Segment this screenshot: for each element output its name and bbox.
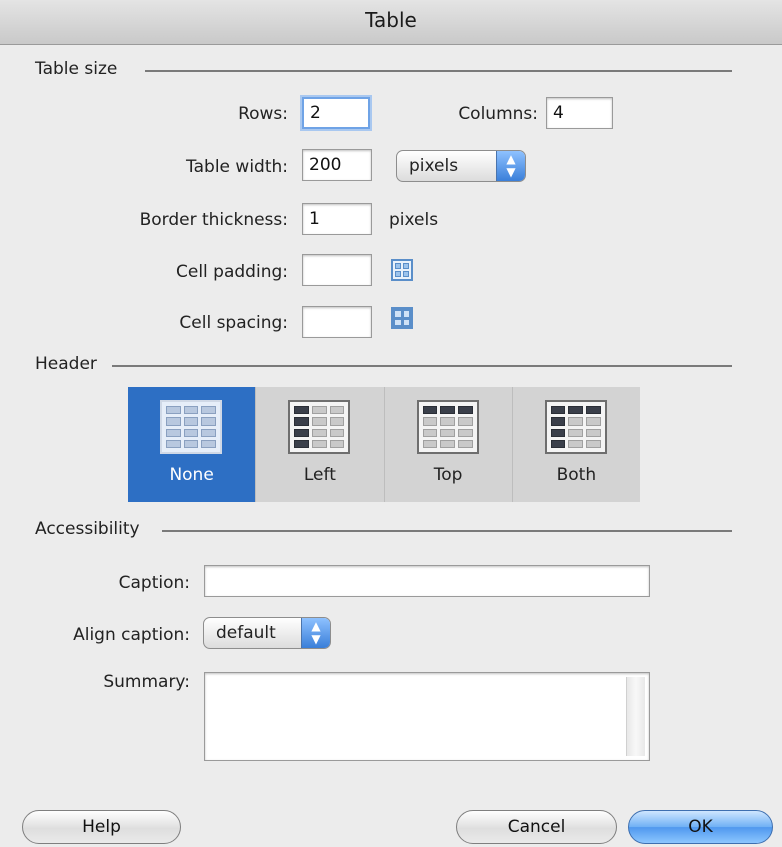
table-both-header-icon bbox=[544, 400, 607, 454]
width-unit-select[interactable]: pixels ▲ ▼ bbox=[396, 150, 526, 182]
header-option-label: Top bbox=[433, 465, 463, 485]
table-left-header-icon bbox=[288, 400, 351, 454]
summary-textarea[interactable] bbox=[204, 672, 650, 761]
header-section-label: Header bbox=[35, 354, 97, 374]
summary-scrollbar[interactable] bbox=[626, 677, 645, 756]
header-option-left[interactable]: Left bbox=[256, 387, 385, 502]
align-caption-select[interactable]: default ▲ ▼ bbox=[203, 617, 331, 649]
table-size-divider bbox=[145, 70, 732, 72]
accessibility-divider bbox=[162, 530, 732, 532]
select-arrows-icon: ▲ ▼ bbox=[301, 618, 330, 648]
caption-label: Caption: bbox=[118, 573, 190, 593]
rows-input[interactable] bbox=[302, 97, 370, 129]
table-width-label: Table width: bbox=[186, 157, 288, 177]
header-options: None Left Top Both bbox=[128, 387, 640, 502]
summary-label: Summary: bbox=[103, 672, 190, 692]
cell-spacing-icon bbox=[391, 307, 413, 329]
rows-label: Rows: bbox=[238, 104, 288, 124]
table-size-section-label: Table size bbox=[35, 59, 118, 79]
border-thickness-label: Border thickness: bbox=[139, 210, 288, 230]
cell-padding-label: Cell padding: bbox=[176, 262, 288, 282]
border-unit-label: pixels bbox=[389, 210, 439, 230]
cell-padding-icon bbox=[391, 259, 413, 281]
border-thickness-input[interactable] bbox=[302, 203, 372, 235]
cancel-button[interactable]: Cancel bbox=[456, 810, 617, 844]
cell-padding-input[interactable] bbox=[302, 254, 372, 286]
help-button[interactable]: Help bbox=[22, 810, 181, 844]
caption-input[interactable] bbox=[204, 565, 650, 597]
header-option-label: None bbox=[169, 465, 214, 485]
window-title: Table bbox=[365, 8, 417, 32]
header-option-top[interactable]: Top bbox=[384, 387, 513, 502]
align-caption-label: Align caption: bbox=[73, 625, 190, 645]
header-option-label: Both bbox=[556, 465, 597, 485]
header-option-label: Left bbox=[303, 465, 336, 485]
columns-input[interactable] bbox=[546, 97, 613, 129]
table-width-input[interactable] bbox=[302, 149, 372, 181]
cell-spacing-label: Cell spacing: bbox=[179, 313, 288, 333]
columns-label: Columns: bbox=[458, 104, 538, 124]
header-divider bbox=[112, 365, 732, 367]
select-arrows-icon: ▲ ▼ bbox=[496, 151, 525, 181]
ok-button[interactable]: OK bbox=[628, 810, 773, 844]
accessibility-section-label: Accessibility bbox=[35, 519, 140, 539]
table-no-header-icon bbox=[160, 400, 222, 454]
width-unit-value: pixels bbox=[409, 156, 459, 176]
table-top-header-icon bbox=[416, 400, 479, 454]
align-caption-value: default bbox=[216, 623, 276, 643]
header-option-none[interactable]: None bbox=[128, 387, 257, 502]
cell-spacing-input[interactable] bbox=[302, 306, 372, 338]
header-option-both[interactable]: Both bbox=[512, 387, 640, 502]
